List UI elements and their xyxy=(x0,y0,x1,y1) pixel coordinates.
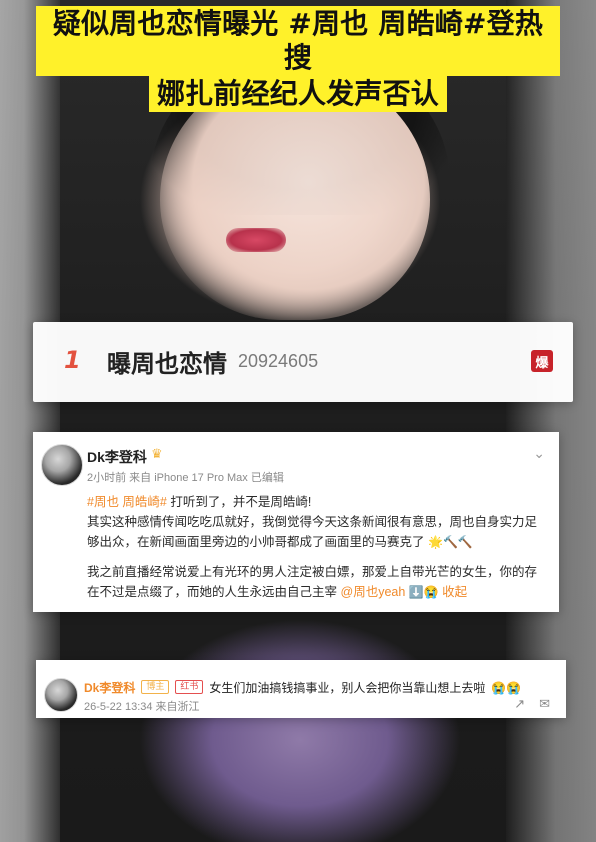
post-paragraph-3-text: 我之前直播经常说爱上有光环的男人注定被白嫖，那爱上自带光芒的女生，你的存在不过是… xyxy=(87,565,538,599)
comment-row: Dk李登科 博主 红书 女生们加油搞钱搞事业，别人会把你当靠山想上去啦 😭😭 xyxy=(84,679,558,696)
share-icon[interactable]: ↗ xyxy=(514,697,525,712)
headline: 疑似周也恋情曝光 #周也 周皓崎#登热搜 娜扎前经纪人发声否认 xyxy=(36,6,560,112)
headline-line-2: 娜扎前经纪人发声否认 xyxy=(148,76,447,112)
photo-lips-shape xyxy=(226,228,286,252)
avatar[interactable] xyxy=(41,444,83,486)
post-author[interactable]: Dk李登科 xyxy=(87,447,147,467)
post-mention[interactable]: @周也yeah xyxy=(341,585,406,599)
comment-emoji: 😭😭 xyxy=(491,680,522,695)
post-paragraph-2: 其实这种感情传闻吃吃瓜就好，我倒觉得今天这条新闻很有意思，周也自身实力足够出众，… xyxy=(87,512,547,552)
post-paragraph-1: #周也 周皓崎# 打听到了，并不是周皓崎! xyxy=(87,492,547,512)
collapse-link[interactable]: 收起 xyxy=(442,585,467,599)
comment-meta: 26-5-22 13:34 来自浙江 xyxy=(84,701,200,713)
comment-text: 女生们加油搞钱搞事业，别人会把你当靠山想上去啦 xyxy=(209,681,486,695)
comment-tag-blogger: 博主 xyxy=(141,679,170,694)
post-emoji-3: ⬇️😭 xyxy=(408,585,439,599)
post-meta: 2小时前 来自 iPhone 17 Pro Max 已编辑 xyxy=(87,472,284,484)
post-hashtag[interactable]: #周也 周皓崎# xyxy=(87,495,167,509)
weibo-post-card: Dk李登科 ♛ 2小时前 来自 iPhone 17 Pro Max 已编辑 ⌄ … xyxy=(33,432,559,612)
post-paragraph-3: 我之前直播经常说爱上有光环的男人注定被白嫖，那爱上自带光芒的女生，你的存在不过是… xyxy=(87,562,547,602)
comment-actions: ↗ ✉ xyxy=(514,697,550,712)
trend-rank: 1 xyxy=(64,346,81,374)
headline-line-1: 疑似周也恋情曝光 #周也 周皓崎#登热搜 xyxy=(36,6,560,76)
trend-heat-count: 20924605 xyxy=(238,351,319,371)
chevron-down-icon[interactable]: ⌄ xyxy=(533,446,545,462)
trending-item[interactable]: 1 曝周也恋情 20924605 爆 xyxy=(33,322,573,402)
comment-card: Dk李登科 博主 红书 女生们加油搞钱搞事业，别人会把你当靠山想上去啦 😭😭 2… xyxy=(36,660,566,718)
post-text: #周也 周皓崎# 打听到了，并不是周皓崎! 其实这种感情传闻吃吃瓜就好，我倒觉得… xyxy=(87,492,547,602)
comment-icon[interactable]: ✉ xyxy=(539,697,550,712)
comment-tag-platform: 红书 xyxy=(175,679,204,694)
avatar[interactable] xyxy=(44,678,78,712)
hot-badge: 爆 xyxy=(531,350,553,372)
post-emoji-2: 🌟🔨🔨 xyxy=(428,535,473,549)
comment-author[interactable]: Dk李登科 xyxy=(84,679,135,696)
post-paragraph-1-rest: 打听到了，并不是周皓崎! xyxy=(166,495,312,509)
trend-topic[interactable]: 曝周也恋情 xyxy=(107,344,227,379)
post-spacer xyxy=(87,552,547,562)
crown-icon: ♛ xyxy=(151,447,163,462)
